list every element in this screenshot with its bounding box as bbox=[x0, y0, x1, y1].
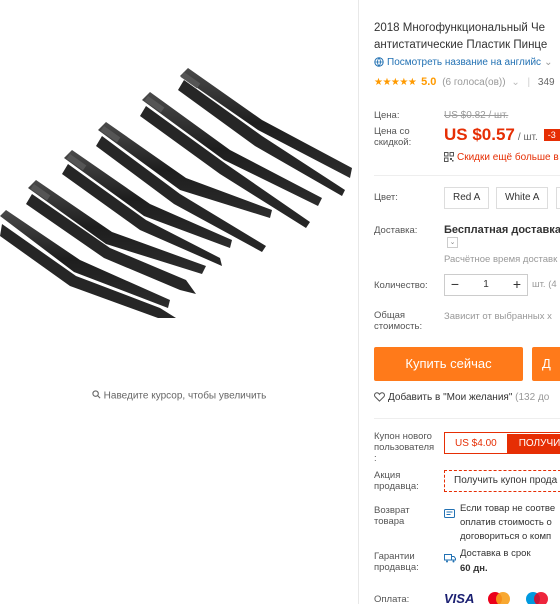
discount-price-label-line-2: скидкой: bbox=[374, 137, 412, 148]
returns-label-line-2: товара bbox=[374, 516, 405, 527]
color-option-red-a[interactable]: Red A bbox=[444, 187, 490, 209]
rating-stars: ★★★★★ bbox=[374, 77, 417, 88]
old-price: US $0.82 / шт. bbox=[444, 110, 509, 121]
promo-link[interactable]: Скидки ещё больше в bbox=[444, 152, 559, 165]
shipping-value: Бесплатная доставка в bbox=[444, 224, 560, 236]
returns-label: Возврат товара bbox=[374, 505, 410, 527]
seller-promo-label: Акция продавца: bbox=[374, 470, 419, 492]
total-label-line-1: Общая bbox=[374, 310, 406, 321]
quantity-increase-button[interactable]: + bbox=[507, 275, 527, 295]
return-policy-line-3: договориться о комп bbox=[460, 531, 552, 542]
discount-price-label: Цена со скидкой: bbox=[374, 126, 411, 148]
discount-badge: -3 bbox=[543, 129, 560, 141]
rating-votes: (6 голоса(ов)) bbox=[442, 77, 506, 88]
coupon-amount: US $4.00 bbox=[455, 438, 497, 449]
shipping-label: Доставка: bbox=[374, 225, 418, 236]
price-label: Цена: bbox=[374, 110, 400, 121]
column-divider bbox=[358, 0, 359, 604]
new-user-coupon: US $4.00 ПОЛУЧИ bbox=[444, 432, 560, 454]
new-user-coupon-label: Купон нового пользователя : bbox=[374, 431, 434, 464]
quantity-label: Количество: bbox=[374, 280, 428, 291]
new-user-coupon-label-line-2: пользователя bbox=[374, 442, 435, 453]
zoom-hint-text: Наведите курсор, чтобы увеличить bbox=[103, 390, 267, 402]
total-label: Общая стоимость: bbox=[374, 310, 422, 332]
add-to-cart-button[interactable]: Д bbox=[532, 347, 560, 381]
quantity-input[interactable]: 1 bbox=[465, 275, 507, 295]
add-to-wishlist-link[interactable]: Добавить в "Мои желания" (132 до bbox=[374, 392, 549, 405]
shipping-dropdown-icon[interactable]: ⌄ bbox=[447, 237, 458, 248]
product-title: 2018 Многофункциональный Че антистатичес… bbox=[374, 20, 560, 54]
zoom-hint: Наведите курсор, чтобы увеличить bbox=[0, 390, 358, 402]
seller-promo-label-line-1: Акция bbox=[374, 470, 401, 481]
guarantee-days: 60 дн. bbox=[460, 563, 488, 574]
visa-logo: VISA bbox=[444, 591, 475, 604]
chevron-down-icon: ⌄ bbox=[511, 77, 520, 88]
wishlist-text: Добавить в "Мои желания" bbox=[388, 392, 513, 403]
translate-icon bbox=[374, 57, 384, 70]
seller-guarantee-label: Гарантии продавца: bbox=[374, 551, 419, 573]
seller-guarantee-label-line-1: Гарантии bbox=[374, 551, 415, 562]
quantity-decrease-button[interactable]: − bbox=[445, 275, 465, 295]
heart-icon bbox=[374, 392, 385, 405]
qr-code-icon bbox=[444, 152, 454, 165]
total-label-line-2: стоимость: bbox=[374, 321, 423, 332]
new-user-coupon-label-line-3: : bbox=[374, 453, 377, 464]
magnifier-icon bbox=[92, 390, 101, 402]
current-price: US $0.57/ шт. -3 bbox=[444, 125, 560, 145]
seller-promo-label-line-2: продавца: bbox=[374, 481, 419, 492]
rating-score: 5.0 bbox=[421, 76, 437, 88]
delivery-truck-icon bbox=[444, 550, 456, 568]
maestro-logo bbox=[523, 590, 551, 604]
total-value: Зависит от выбранных х bbox=[444, 311, 552, 322]
return-policy-line-2: оплатив стоимость о bbox=[460, 517, 552, 528]
new-user-coupon-label-line-1: Купон нового bbox=[374, 431, 432, 442]
return-policy-icon bbox=[444, 505, 455, 523]
product-image[interactable] bbox=[0, 60, 358, 330]
price-unit: / шт. bbox=[517, 132, 538, 143]
discount-price-label-line-1: Цена со bbox=[374, 126, 410, 137]
product-title-line-2: антистатические Пластик Пинце bbox=[374, 39, 548, 51]
color-option-white-a[interactable]: White A bbox=[496, 187, 549, 209]
quantity-available: шт. (4 bbox=[532, 279, 557, 290]
quantity-stepper: − 1 + bbox=[444, 274, 528, 296]
product-title-line-1: 2018 Многофункциональный Че bbox=[374, 22, 546, 34]
seller-guarantee-label-line-2: продавца: bbox=[374, 562, 419, 573]
translate-title-link[interactable]: Посмотреть название на английс ⌄ bbox=[374, 57, 552, 70]
color-option-3[interactable] bbox=[556, 187, 560, 209]
divider bbox=[374, 175, 560, 176]
mastercard-logo bbox=[485, 590, 513, 604]
shipping-time: Расчётное время доставк bbox=[444, 254, 558, 265]
get-seller-coupon-button[interactable]: Получить купон прода bbox=[444, 470, 560, 492]
wishlist-count: (132 до bbox=[515, 392, 550, 403]
on-time-delivery-text: Доставка в срок bbox=[460, 548, 531, 559]
returns-label-line-1: Возврат bbox=[374, 505, 410, 516]
return-policy-text: Если товар не соотве оплатив стоимость о… bbox=[460, 502, 560, 544]
product-details: 2018 Многофункциональный Че антистатичес… bbox=[374, 0, 560, 604]
color-label: Цвет: bbox=[374, 192, 398, 203]
return-policy-line-1: Если товар не соотве bbox=[460, 503, 556, 514]
orders-count: 349 bbox=[537, 77, 555, 88]
rating-row[interactable]: ★★★★★ 5.0 (6 голоса(ов)) ⌄ | 349 bbox=[374, 76, 555, 88]
buy-now-button[interactable]: Купить сейчас bbox=[374, 347, 523, 381]
promo-text: Скидки ещё больше в bbox=[457, 152, 559, 163]
divider bbox=[374, 418, 560, 419]
payment-label: Оплата: bbox=[374, 594, 410, 604]
rating-separator: | bbox=[527, 77, 531, 88]
product-gallery: Наведите курсор, чтобы увеличить bbox=[0, 0, 358, 604]
current-price-value: US $0.57 bbox=[444, 125, 515, 144]
payment-methods: VISA bbox=[444, 590, 557, 604]
translate-link-text: Посмотреть название на английс bbox=[387, 57, 542, 68]
get-coupon-button[interactable]: ПОЛУЧИ bbox=[506, 434, 560, 454]
chevron-down-icon: ⌄ bbox=[544, 57, 553, 68]
